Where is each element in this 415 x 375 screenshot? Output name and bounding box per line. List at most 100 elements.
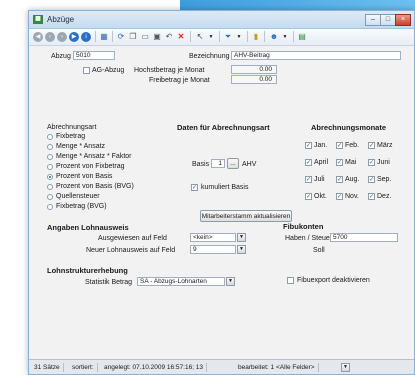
copy-icon[interactable]: ❐ [128, 32, 138, 42]
month-checkbox[interactable]: ✓ [336, 193, 343, 200]
abrechnungsart-radio[interactable] [47, 154, 53, 160]
sort-status: sortiert: [69, 363, 98, 372]
month-label: Juli [314, 176, 325, 183]
window-title: Abzüge [47, 15, 75, 24]
fibukonten-heading: Fibukonten [283, 222, 324, 231]
abrechnungsart-option: Menge * Ansatz * Faktor [56, 153, 132, 160]
month-checkbox[interactable]: ✓ [305, 176, 312, 183]
maximize-button[interactable]: □ [380, 14, 396, 26]
haben-steuer-label: Haben / Steuer [285, 235, 333, 242]
freibetrag-label: Freibetrag je Monat [149, 77, 210, 84]
basis-input[interactable]: 1 [211, 159, 225, 168]
prev-record-icon[interactable]: ‹ [45, 32, 55, 42]
abrechnungsart-radio[interactable] [47, 204, 53, 210]
chevron-down-icon[interactable]: ▼ [237, 233, 246, 242]
title-bar[interactable]: ▦ Abzüge – □ × [29, 11, 414, 29]
toolbar-separator [112, 31, 113, 42]
bezeichnung-label: Bezeichnung [189, 53, 230, 60]
paste-icon[interactable]: ▭ [140, 32, 150, 42]
toolbar-separator [264, 31, 265, 42]
month-label: März [377, 142, 393, 149]
hochstbetrag-label: Hochstbetrag je Monat [134, 67, 205, 74]
refresh-icon[interactable]: ⟳ [116, 32, 126, 42]
month-label: Aug. [345, 176, 360, 183]
last-record-icon[interactable]: ▶ [69, 32, 79, 42]
mitarbeiterstamm-aktualisieren-button[interactable]: Mitarbeiterstamm aktualisieren [200, 210, 292, 222]
toolbar: ◀ ‹ › ▶ i ▦ ⟳ ❐ ▭ ▣ ↶ ✕ ↖ ▼ ⏷ ▼ ▮ ☻ ▼ ▤ [29, 29, 414, 46]
statistik-betrag-label: Statistik Betrag [85, 279, 133, 286]
fibuexport-label: Fibuexport deaktivieren [297, 277, 370, 284]
toolbar-separator [219, 31, 220, 42]
month-checkbox[interactable]: ✓ [336, 142, 343, 149]
basis-lookup-button[interactable]: ... [227, 158, 239, 169]
abrechnungsart-option: Prozent von Basis [56, 173, 113, 180]
chevron-down-icon[interactable]: ▼ [206, 32, 216, 42]
grid-icon[interactable]: ▦ [99, 32, 109, 42]
info-icon[interactable]: i [81, 32, 91, 42]
abrechnungsart-radio[interactable] [47, 164, 53, 170]
month-checkbox[interactable]: ✓ [305, 142, 312, 149]
kumuliert-checkbox[interactable]: ✓ [191, 184, 198, 191]
abrechnungsart-option: Fixbetrag (BVG) [56, 203, 107, 210]
minimize-button[interactable]: – [365, 14, 381, 26]
month-checkbox[interactable]: ✓ [368, 176, 375, 183]
filter-icon[interactable]: ⏷ [223, 32, 233, 42]
month-label: Okt. [314, 193, 327, 200]
month-label: Juni [377, 159, 390, 166]
soll-input[interactable] [330, 245, 398, 254]
statistik-betrag-select[interactable]: SA - Abzugs-Lohnarten [137, 277, 225, 286]
toolbar-separator [293, 31, 294, 42]
fibuexport-checkbox[interactable] [287, 277, 294, 284]
lohnausweis-heading: Angaben Lohnausweis [47, 223, 129, 232]
month-checkbox[interactable]: ✓ [368, 142, 375, 149]
close-button[interactable]: × [395, 14, 411, 26]
freibetrag-input[interactable]: 0.00 [231, 75, 277, 84]
neuer-lohnausweis-select[interactable]: 9 [190, 245, 236, 254]
first-record-icon[interactable]: ◀ [33, 32, 43, 42]
month-label: Mai [345, 159, 357, 166]
undo-icon[interactable]: ↶ [164, 32, 174, 42]
month-checkbox[interactable]: ✓ [305, 159, 312, 166]
chevron-down-icon[interactable]: ▼ [237, 245, 246, 254]
month-label: Feb. [345, 142, 360, 149]
hochstbetrag-input[interactable]: 0.00 [231, 65, 277, 74]
neuer-lohnausweis-label: Neuer Lohnausweis auf Feld [86, 247, 176, 254]
month-checkbox[interactable]: ✓ [368, 193, 375, 200]
month-label: Nov. [345, 193, 359, 200]
basis-label: Basis [192, 161, 210, 168]
user-icon[interactable]: ☻ [269, 32, 279, 42]
abrechnungsart-option: Quellensteuer [56, 193, 100, 200]
basis-text: AHV [242, 161, 257, 168]
toolbar-separator [247, 31, 248, 42]
save-icon[interactable]: ▣ [152, 32, 162, 42]
abrechnungsart-radio[interactable] [47, 184, 53, 190]
ausgewiesen-label: Ausgewiesen auf Feld [98, 235, 167, 242]
abrechnungsart-label: Abrechnungsart [47, 124, 97, 131]
month-checkbox[interactable]: ✓ [336, 176, 343, 183]
month-label: Dez. [377, 193, 392, 200]
cursor-icon[interactable]: ↖ [195, 32, 205, 42]
bookmark-icon[interactable]: ▮ [251, 32, 261, 42]
chevron-down-icon[interactable]: ▼ [234, 32, 244, 42]
haben-steuer-input[interactable]: 5700 [330, 233, 398, 242]
abrechnungsart-radio-selected[interactable] [47, 174, 53, 180]
chevron-down-icon[interactable]: ▼ [280, 32, 290, 42]
chevron-down-icon[interactable]: ▼ [226, 277, 235, 286]
month-checkbox[interactable]: ✓ [368, 159, 375, 166]
next-record-icon[interactable]: › [57, 32, 67, 42]
created-status: angelegt: 07.10.2009 16:57:16; 13 [101, 363, 208, 372]
abrechnungsart-radio[interactable] [47, 144, 53, 150]
export-icon[interactable]: ▤ [297, 32, 307, 42]
month-label: April [314, 159, 329, 166]
month-checkbox[interactable]: ✓ [336, 159, 343, 166]
abrechnungsart-radio[interactable] [47, 134, 53, 140]
month-checkbox[interactable]: ✓ [305, 193, 312, 200]
toolbar-separator [95, 31, 96, 42]
abrechnungsart-radio[interactable] [47, 194, 53, 200]
bezeichnung-input[interactable]: AHV-Beitrag [231, 51, 401, 60]
delete-icon[interactable]: ✕ [176, 32, 186, 42]
ausgewiesen-select[interactable]: <kein> [190, 233, 236, 242]
ag-abzug-checkbox[interactable] [83, 67, 90, 74]
abzug-input[interactable]: 5010 [73, 51, 115, 60]
chevron-down-icon[interactable]: ▼ [341, 363, 350, 372]
